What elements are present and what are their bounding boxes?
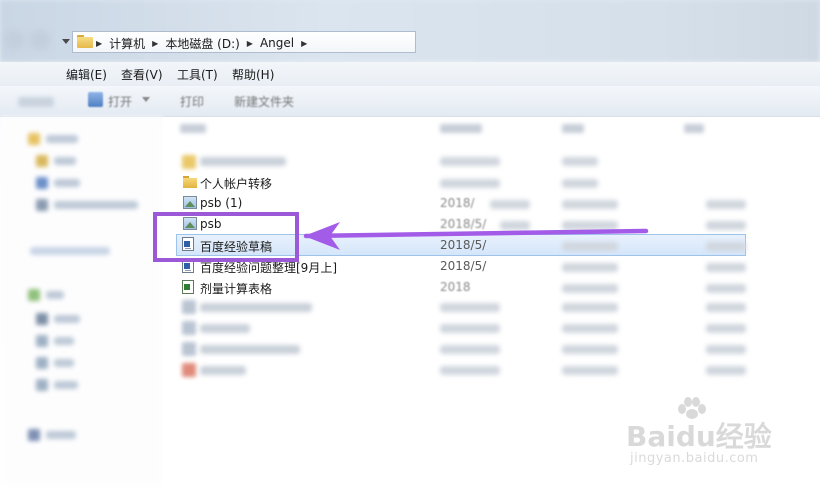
file-icon xyxy=(182,342,196,356)
file-icon xyxy=(182,321,196,335)
spreadsheet-icon xyxy=(182,280,194,294)
item-type-blur xyxy=(562,263,618,272)
chevron-right-icon[interactable]: ▶ xyxy=(152,39,158,48)
breadcrumb-item-drive-d[interactable]: 本地磁盘 (D:) xyxy=(165,35,239,52)
item-size-blur xyxy=(706,303,746,312)
item-size-blur xyxy=(706,345,746,354)
column-header-date[interactable] xyxy=(440,124,482,133)
item-size-blur xyxy=(706,263,746,272)
breadcrumb-item-angel[interactable]: Angel xyxy=(260,36,294,50)
pointer-arrow-icon xyxy=(303,222,649,250)
item-type-blur xyxy=(562,366,618,375)
list-item-label[interactable]: 剂量计算表格 xyxy=(200,280,272,297)
list-item-date: 2018/5/ xyxy=(440,259,487,273)
item-date-blur xyxy=(440,345,500,354)
item-type-blur xyxy=(562,284,618,293)
navigation-pane[interactable] xyxy=(0,117,163,486)
item-date-blur xyxy=(440,366,500,375)
menu-view[interactable]: 查看(V) xyxy=(121,66,163,83)
back-button[interactable] xyxy=(4,30,24,50)
list-item-date: 2018/ xyxy=(440,196,475,210)
forward-button[interactable] xyxy=(30,30,50,50)
menu-edit[interactable]: 编辑(E) xyxy=(66,66,107,83)
recent-locations-dropdown-icon[interactable] xyxy=(62,39,70,44)
item-type-blur xyxy=(562,324,618,333)
item-type-blur xyxy=(562,179,598,188)
item-date-blur xyxy=(440,179,500,188)
item-type-blur xyxy=(562,200,618,209)
column-header-name[interactable] xyxy=(180,124,206,133)
list-item[interactable] xyxy=(200,366,246,375)
image-file-icon xyxy=(183,196,197,209)
list-item-label[interactable]: psb (1) xyxy=(200,196,242,210)
list-item[interactable] xyxy=(200,324,250,333)
menu-help[interactable]: 帮助(H) xyxy=(232,66,274,83)
chevron-right-icon[interactable]: ▶ xyxy=(301,39,307,48)
item-type-blur xyxy=(562,345,618,354)
new-folder-button[interactable]: 新建文件夹 xyxy=(234,93,294,110)
item-size-blur xyxy=(706,221,746,230)
item-size-blur xyxy=(706,242,746,251)
watermark-logo-text: Baidu经验 xyxy=(626,420,772,453)
folder-icon xyxy=(182,155,196,169)
item-date-blur xyxy=(490,200,530,209)
item-type-blur xyxy=(562,157,598,166)
highlight-box xyxy=(153,212,299,262)
file-icon xyxy=(182,363,196,377)
item-date-blur xyxy=(440,324,500,333)
list-item-date: 2018 xyxy=(440,280,471,294)
chevron-right-icon[interactable]: ▶ xyxy=(96,39,102,48)
column-header-type[interactable] xyxy=(562,124,584,133)
print-button[interactable]: 打印 xyxy=(180,93,204,110)
breadcrumb-item-computer[interactable]: 计算机 xyxy=(109,35,145,52)
item-date-blur xyxy=(440,157,500,166)
list-item[interactable] xyxy=(200,157,286,166)
breadcrumb: ▶ 计算机 ▶ 本地磁盘 (D:) ▶ Angel ▶ xyxy=(96,35,307,51)
item-size-blur xyxy=(706,324,746,333)
watermark-url: jingyan.baidu.com xyxy=(630,451,759,466)
baidu-jingyan-watermark: Baidu经验 jingyan.baidu.com xyxy=(626,397,776,472)
item-size-blur xyxy=(706,200,746,209)
folder-icon xyxy=(183,176,197,188)
chevron-down-icon[interactable] xyxy=(142,97,150,102)
organize-button[interactable] xyxy=(18,97,54,107)
item-size-blur xyxy=(706,284,746,293)
list-item[interactable] xyxy=(200,345,300,354)
open-button[interactable]: 打开 xyxy=(108,93,132,110)
list-item[interactable] xyxy=(200,303,312,312)
column-header-size[interactable] xyxy=(684,124,704,133)
item-size-blur xyxy=(706,366,746,375)
list-item-label[interactable]: 个人帐户转移 xyxy=(200,175,272,192)
item-type-blur xyxy=(562,303,618,312)
menu-tools[interactable]: 工具(T) xyxy=(177,66,218,83)
file-icon xyxy=(182,300,196,314)
chevron-right-icon[interactable]: ▶ xyxy=(247,39,253,48)
folder-icon xyxy=(77,35,93,48)
item-date-blur xyxy=(440,303,500,312)
open-icon xyxy=(88,92,103,107)
